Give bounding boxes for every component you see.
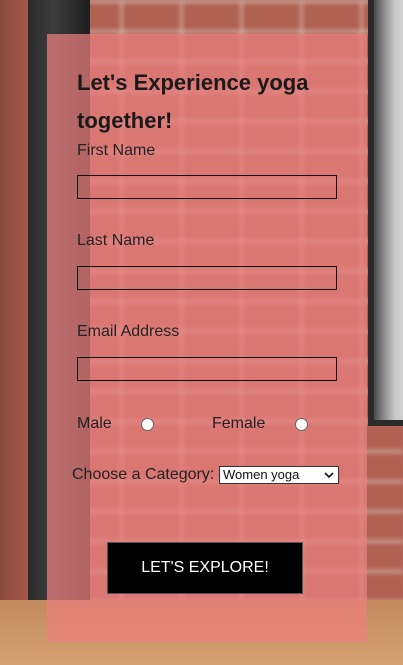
first-name-field[interactable] xyxy=(77,175,337,199)
last-name-field[interactable] xyxy=(77,266,337,290)
male-radio[interactable] xyxy=(141,418,154,431)
male-label: Male xyxy=(77,415,112,432)
chevron-down-icon xyxy=(323,468,335,482)
category-label: Choose a Category: xyxy=(72,466,215,483)
wall-edge xyxy=(0,0,30,665)
email-label: Email Address xyxy=(77,323,180,340)
female-radio[interactable] xyxy=(295,418,308,431)
first-name-label: First Name xyxy=(77,142,156,159)
window-frame xyxy=(368,0,403,426)
last-name-label: Last Name xyxy=(77,232,155,249)
signup-form: Let's Experience yoga together! First Na… xyxy=(47,34,367,642)
category-select[interactable]: Women yoga xyxy=(219,466,339,484)
email-field[interactable] xyxy=(77,357,337,381)
form-title: Let's Experience yoga together! xyxy=(77,70,309,133)
explore-button[interactable]: LET'S EXPLORE! xyxy=(107,542,303,594)
category-selected-value: Women yoga xyxy=(223,467,300,482)
female-label: Female xyxy=(212,415,266,432)
